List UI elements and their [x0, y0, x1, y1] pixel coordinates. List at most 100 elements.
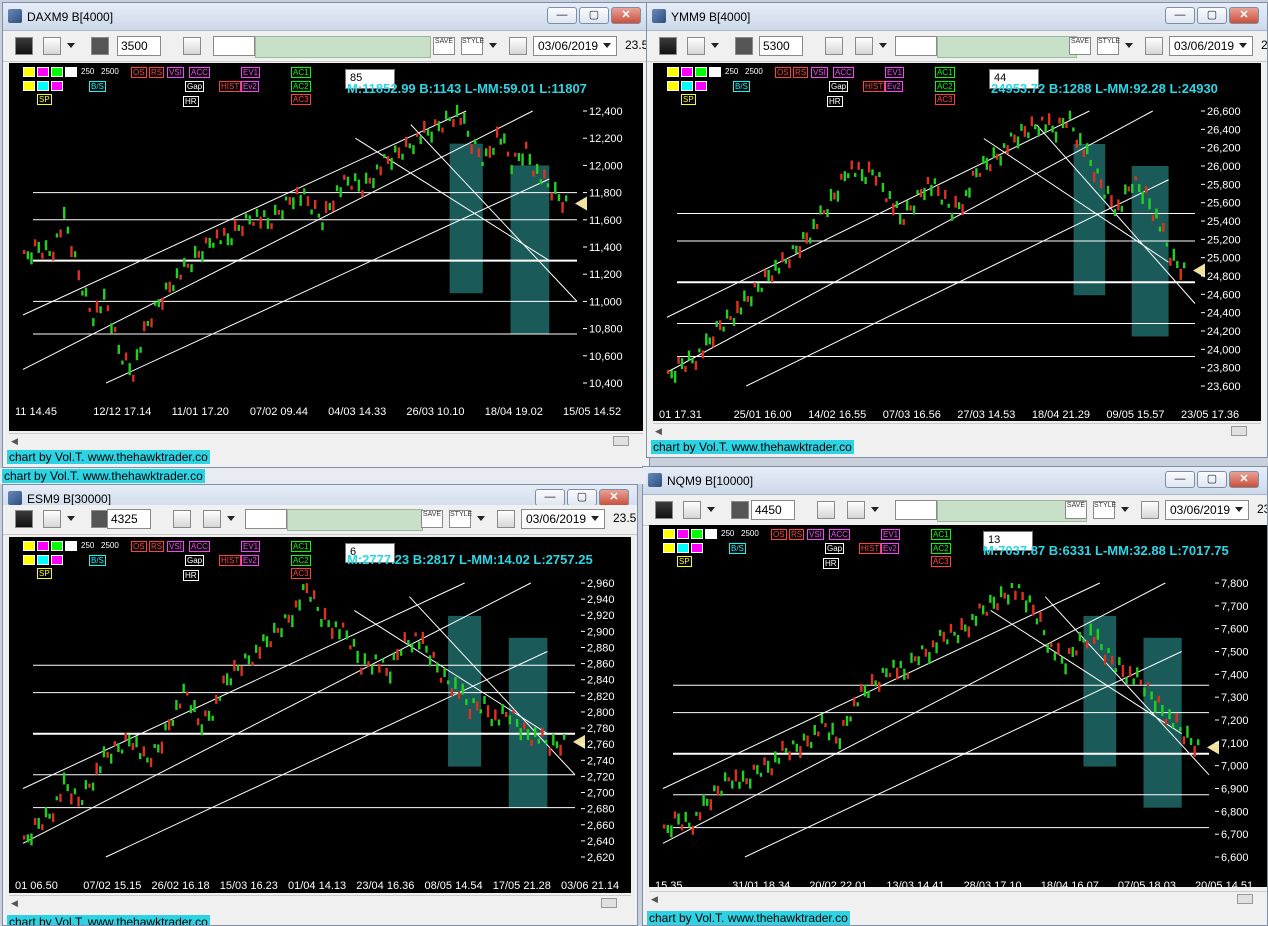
save-button[interactable]: SAVE	[1069, 37, 1091, 55]
sound-dropdown-icon[interactable]	[227, 516, 235, 521]
indicator-toggle[interactable]: AC3	[291, 94, 311, 105]
indicator-toggle[interactable]: EV1	[885, 67, 905, 78]
chart-canvas[interactable]: 7,800 7,700 7,600 7,500 7,400 7,300 7,200 7,100…	[649, 525, 1267, 887]
color-swatch[interactable]	[677, 529, 689, 539]
chart-type-dropdown-icon[interactable]	[67, 516, 75, 521]
color-swatch[interactable]	[65, 541, 77, 551]
style-dropdown-icon[interactable]	[1121, 507, 1129, 512]
sound-icon[interactable]	[855, 37, 873, 55]
style-button[interactable]: STYLE	[461, 37, 484, 55]
chart-type-dropdown-icon[interactable]	[711, 43, 719, 48]
sound-icon[interactable]	[203, 510, 221, 528]
color-swatch[interactable]	[37, 555, 49, 565]
bar-count-input[interactable]: 5300	[759, 36, 803, 56]
color-swatch[interactable]	[23, 555, 35, 565]
price-chart[interactable]: 7,800 7,700 7,600 7,500 7,400 7,300 7,200 7,100…	[649, 525, 1267, 887]
sound-dropdown-icon[interactable]	[871, 507, 879, 512]
indicator-toggle[interactable]: B/S	[729, 543, 746, 554]
color-swatch[interactable]	[37, 541, 49, 551]
color-swatch[interactable]	[51, 67, 63, 77]
save-button[interactable]: SAVE	[421, 510, 443, 528]
color-swatch[interactable]	[667, 81, 679, 91]
date-dropdown-icon[interactable]	[603, 43, 611, 48]
save-disk-icon[interactable]	[659, 37, 677, 55]
color-swatch[interactable]	[681, 67, 693, 77]
chart-canvas[interactable]: 2,960 2,940 2,920 2,900 2,880 2,860 2,840 2,820…	[9, 537, 631, 893]
indicator-toggle[interactable]: SP	[37, 568, 52, 579]
indicator-toggle[interactable]: AC1	[931, 529, 951, 540]
title-bar[interactable]: NQM9 B[10000] — ▢ ✕	[643, 467, 1267, 495]
indicator-icon[interactable]	[825, 37, 843, 55]
indicator-toggle[interactable]: AC1	[935, 67, 955, 78]
close-button[interactable]: ✕	[1229, 7, 1259, 24]
indicator-toggle[interactable]: VSI	[807, 529, 824, 540]
calculator-icon[interactable]	[735, 37, 753, 55]
note-input[interactable]	[895, 500, 937, 520]
indicator-toggle[interactable]: OS	[131, 67, 147, 78]
chart-type-icon[interactable]	[43, 510, 61, 528]
indicator-toggle[interactable]: HR	[827, 96, 843, 107]
indicator-toggle[interactable]: AC3	[931, 556, 951, 567]
color-swatch[interactable]	[663, 529, 675, 539]
color-swatch[interactable]	[705, 529, 717, 539]
title-bar[interactable]: DAXM9 B[4000] — ▢ ✕	[3, 3, 649, 31]
indicator-toggle[interactable]: HR	[823, 558, 839, 569]
scroll-thumb[interactable]	[1237, 894, 1253, 904]
indicator-toggle[interactable]: Gap	[829, 81, 849, 92]
indicator-toggle[interactable]: HIST	[859, 543, 882, 554]
save-button[interactable]: SAVE	[433, 37, 455, 55]
color-swatch[interactable]	[663, 543, 675, 553]
chart-type-dropdown-icon[interactable]	[707, 507, 715, 512]
indicator-toggle[interactable]: Gap	[825, 543, 845, 554]
date-dropdown-icon[interactable]	[1235, 507, 1243, 512]
indicator-toggle[interactable]: VSI	[811, 67, 828, 78]
indicator-toggle[interactable]: HIST	[219, 81, 242, 92]
indicator-toggle[interactable]: VSI	[167, 541, 184, 552]
indicator-toggle[interactable]: HR	[183, 570, 199, 581]
indicator-toggle[interactable]: SP	[37, 94, 52, 105]
indicator-toggle[interactable]: EV1	[881, 529, 901, 540]
save-button[interactable]: SAVE	[1065, 501, 1087, 519]
color-swatch[interactable]	[51, 555, 63, 565]
chart-canvas[interactable]: 12,400 12,200 12,000 11,800 11,600 11,400 11,2…	[9, 63, 643, 431]
indicator-icon[interactable]	[183, 37, 201, 55]
sound-icon[interactable]	[847, 501, 865, 519]
calculator-icon[interactable]	[731, 501, 749, 519]
indicator-toggle[interactable]: AC3	[935, 94, 955, 105]
horizontal-scrollbar[interactable]: ◀	[653, 423, 1261, 437]
horizontal-scrollbar[interactable]: ◀	[9, 895, 631, 909]
note-input[interactable]	[895, 36, 937, 56]
calculator-icon[interactable]	[91, 37, 109, 55]
note-input[interactable]	[245, 509, 287, 529]
play-icon[interactable]	[497, 510, 515, 528]
color-swatch[interactable]	[23, 67, 35, 77]
color-swatch[interactable]	[691, 543, 703, 553]
save-disk-icon[interactable]	[655, 501, 673, 519]
indicator-toggle[interactable]: Ev2	[885, 81, 903, 92]
color-swatch[interactable]	[51, 541, 63, 551]
save-disk-icon[interactable]	[15, 510, 33, 528]
play-icon[interactable]	[1141, 501, 1159, 519]
indicator-toggle[interactable]: SP	[677, 556, 692, 567]
bar-count-input[interactable]: 3500	[117, 36, 161, 56]
indicator-toggle[interactable]: B/S	[89, 555, 106, 566]
indicator-toggle[interactable]: RS	[149, 541, 165, 552]
price-chart[interactable]: 26,600 26,400 26,200 26,000 25,800 25,600 25,4…	[653, 63, 1261, 421]
indicator-toggle[interactable]: OS	[771, 529, 787, 540]
color-swatch[interactable]	[695, 67, 707, 77]
chart-type-icon[interactable]	[43, 37, 61, 55]
color-swatch[interactable]	[51, 81, 63, 91]
maximize-button[interactable]: ▢	[1197, 7, 1227, 24]
price-chart[interactable]: 12,400 12,200 12,000 11,800 11,600 11,400 11,2…	[9, 63, 643, 431]
close-button[interactable]: ✕	[611, 7, 641, 24]
color-swatch[interactable]	[691, 529, 703, 539]
color-swatch[interactable]	[695, 81, 707, 91]
indicator-toggle[interactable]: RS	[149, 67, 165, 78]
indicator-toggle[interactable]: B/S	[733, 81, 750, 92]
style-dropdown-icon[interactable]	[477, 516, 485, 521]
indicator-toggle[interactable]: AC1	[291, 67, 311, 78]
indicator-toggle[interactable]: HIST	[863, 81, 886, 92]
indicator-toggle[interactable]: HR	[183, 96, 199, 107]
indicator-toggle[interactable]: AC2	[291, 555, 311, 566]
indicator-toggle[interactable]: AC1	[291, 541, 311, 552]
